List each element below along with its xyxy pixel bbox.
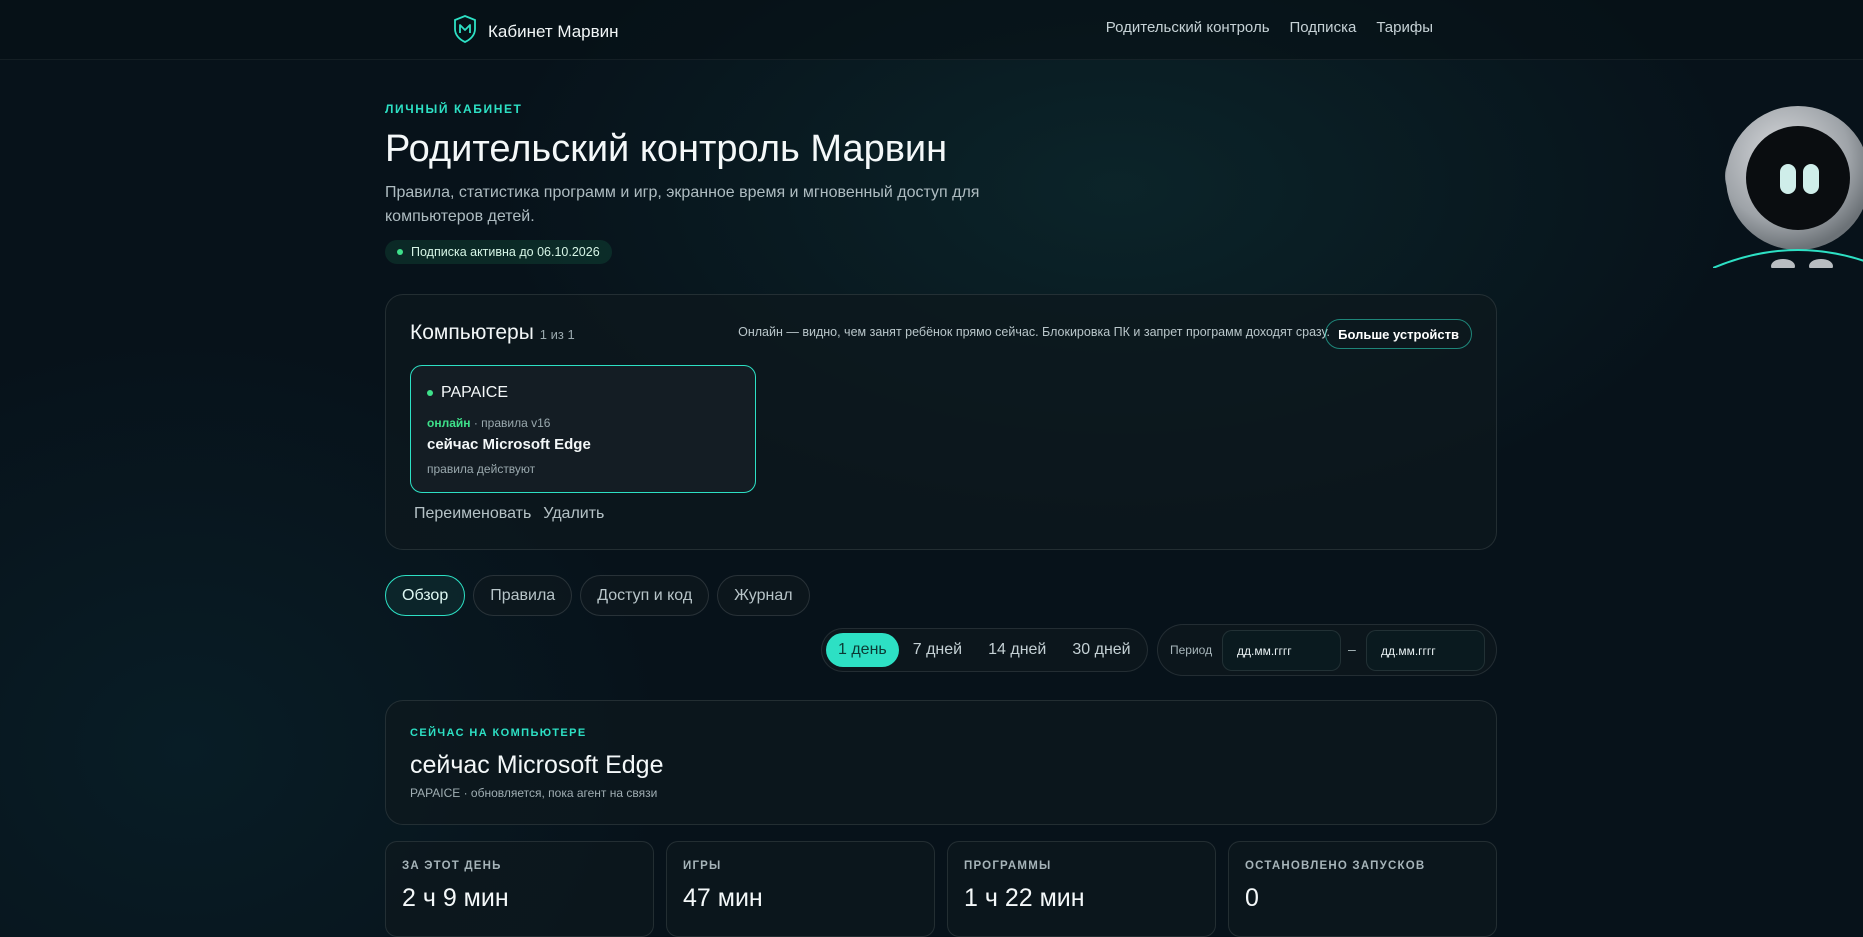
tab-access-code[interactable]: Доступ и код: [580, 575, 710, 616]
device-online-label: онлайн: [427, 416, 471, 430]
shield-logo-icon: [452, 14, 478, 49]
stat-label: ОСТАНОВЛЕНО ЗАПУСКОВ: [1245, 860, 1426, 872]
device-rules-state: правила действуют: [427, 462, 536, 476]
device-current-app: сейчас Microsoft Edge: [427, 436, 591, 453]
stat-card-games: ИГРЫ 47 мин: [666, 841, 935, 937]
stat-value: 47 мин: [683, 884, 763, 912]
now-subtitle: PAPAICE · обновляется, пока агент на свя…: [410, 786, 658, 800]
computers-hint: Онлайн — видно, чем занят ребёнок прямо …: [738, 325, 1330, 339]
now-title: сейчас Microsoft Edge: [410, 751, 664, 779]
device-status: онлайн · правила v16: [427, 416, 550, 430]
stat-value: 0: [1245, 884, 1259, 912]
date-range-dash: –: [1348, 641, 1356, 657]
nav-tariffs[interactable]: Тарифы: [1376, 19, 1433, 36]
range-7-days[interactable]: 7 дней: [901, 633, 974, 667]
tab-overview[interactable]: Обзор: [385, 575, 466, 616]
stat-label: ИГРЫ: [683, 860, 722, 872]
stat-label: ПРОГРАММЫ: [964, 860, 1052, 872]
nav-subscription[interactable]: Подписка: [1290, 19, 1357, 36]
stat-value: 2 ч 9 мин: [402, 884, 509, 912]
now-on-computer-panel: СЕЙЧАС НА КОМПЬЮТЕРЕ сейчас Microsoft Ed…: [385, 700, 1497, 825]
computers-title-text: Компьютеры: [410, 321, 534, 344]
range-1-day[interactable]: 1 день: [826, 633, 899, 667]
hero-subtitle: Правила, статистика программ и игр, экра…: [385, 184, 980, 225]
range-selector: 1 день 7 дней 14 дней 30 дней: [821, 628, 1148, 672]
period-picker: Период дд.мм.гггг – дд.мм.гггг: [1157, 624, 1497, 676]
brand-title: Кабинет Марвин: [488, 21, 619, 41]
device-card[interactable]: PAPAICE онлайн · правила v16 сейчас Micr…: [410, 365, 756, 493]
device-actions: Переименовать Удалить: [414, 505, 604, 523]
computers-panel: Компьютеры 1 из 1 Онлайн — видно, чем зан…: [385, 294, 1497, 550]
now-eyebrow: СЕЙЧАС НА КОМПЬЮТЕРЕ: [410, 727, 587, 739]
range-14-days[interactable]: 14 дней: [976, 633, 1058, 667]
top-bar: Кабинет Марвин Родительский контроль Под…: [0, 0, 1863, 60]
subscription-badge: Подписка активна до 06.10.2026: [385, 240, 612, 264]
stat-label: ЗА ЭТОТ ДЕНЬ: [402, 860, 502, 872]
nav-parental-control[interactable]: Родительский контроль: [1106, 19, 1270, 36]
brand[interactable]: Кабинет Марвин: [452, 14, 619, 49]
status-dot-icon: [397, 249, 403, 255]
subscription-text: Подписка активна до 06.10.2026: [411, 245, 600, 259]
stat-value: 1 ч 22 мин: [964, 884, 1085, 912]
more-devices-button[interactable]: Больше устройств: [1325, 319, 1472, 349]
hero-eyebrow: ЛИЧНЫЙ КАБИНЕТ: [385, 102, 523, 116]
tab-rules[interactable]: Правила: [473, 575, 573, 616]
stats-row: ЗА ЭТОТ ДЕНЬ 2 ч 9 мин ИГРЫ 47 мин ПРОГР…: [385, 841, 1497, 937]
computers-count: 1 из 1: [539, 327, 575, 342]
period-label: Период: [1170, 643, 1213, 657]
stat-card-stopped: ОСТАНОВЛЕНО ЗАПУСКОВ 0: [1228, 841, 1497, 937]
page-title: Родительский контроль Марвин: [385, 128, 948, 170]
delete-device-button[interactable]: Удалить: [543, 505, 604, 523]
date-from-input[interactable]: дд.мм.гггг: [1222, 630, 1341, 671]
section-tabs: Обзор Правила Доступ и код Журнал: [385, 575, 810, 616]
device-rules-version: · правила v16: [470, 416, 551, 430]
device-name-row: PAPAICE: [427, 384, 508, 402]
rename-device-button[interactable]: Переименовать: [414, 505, 531, 523]
stat-card-day: ЗА ЭТОТ ДЕНЬ 2 ч 9 мин: [385, 841, 654, 937]
range-30-days[interactable]: 30 дней: [1060, 633, 1142, 667]
date-to-input[interactable]: дд.мм.гггг: [1366, 630, 1485, 671]
top-nav: Родительский контроль Подписка Тарифы: [1106, 19, 1433, 36]
device-name: PAPAICE: [441, 384, 508, 401]
online-dot-icon: [427, 390, 433, 396]
stat-card-programs: ПРОГРАММЫ 1 ч 22 мин: [947, 841, 1216, 937]
computers-title: Компьютеры 1 из 1: [410, 321, 575, 345]
tab-journal[interactable]: Журнал: [717, 575, 810, 616]
robot-mascot-illustration: [1713, 104, 1863, 268]
